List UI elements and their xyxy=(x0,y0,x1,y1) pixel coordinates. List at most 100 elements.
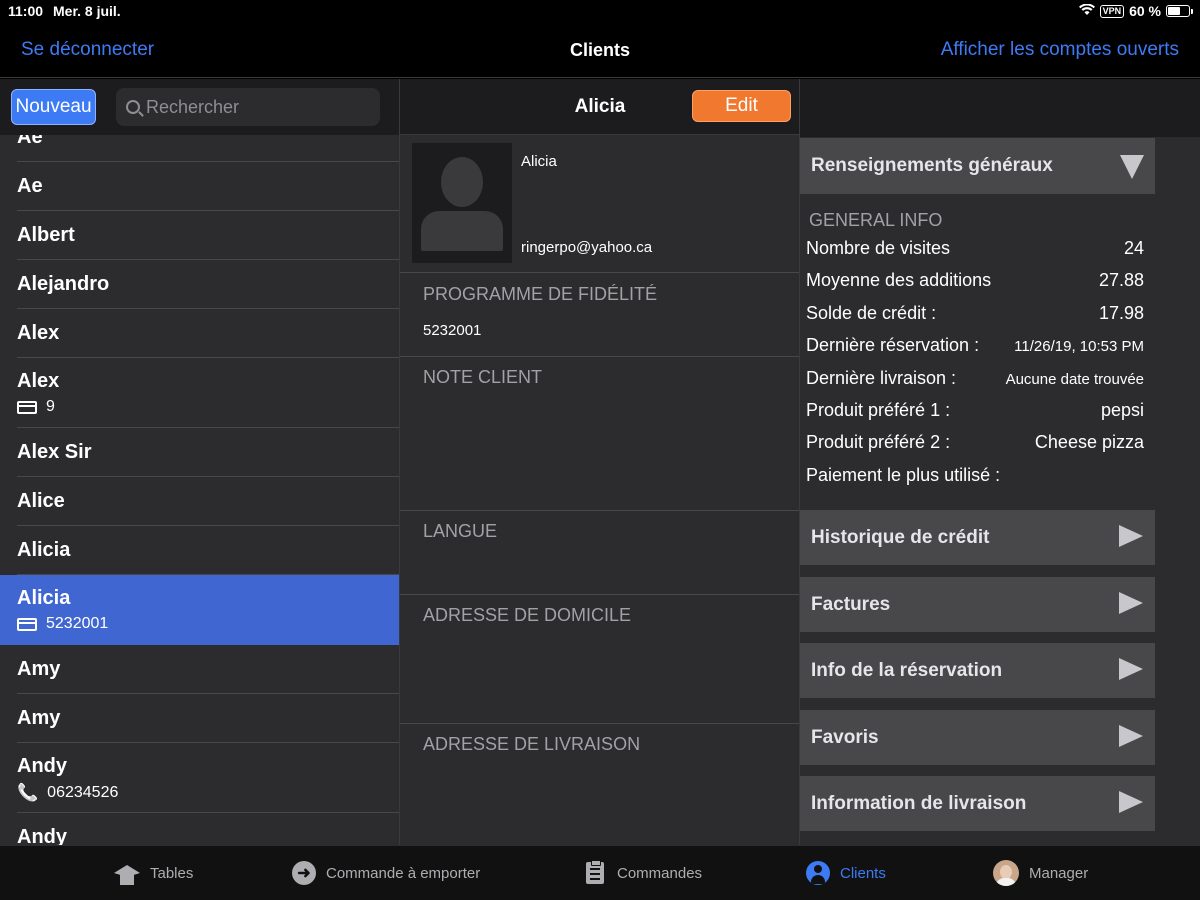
client-row[interactable]: Andy 📞 06234526 xyxy=(0,743,399,813)
client-row-name: Andy xyxy=(17,755,67,777)
client-email: ringerpo@yahoo.ca xyxy=(521,239,653,256)
delivery-info-section[interactable]: Information de livraison xyxy=(800,776,1200,833)
card-icon xyxy=(17,400,37,414)
client-row-name: Andy xyxy=(17,826,67,845)
info-value: 17.98 xyxy=(1098,302,1144,323)
client-row[interactable]: Alex 9 xyxy=(0,358,399,428)
new-client-button[interactable]: Nouveau xyxy=(11,89,96,125)
reservation-info-section[interactable]: Info de la réservation xyxy=(800,643,1200,700)
battery-percent: 60 % xyxy=(1129,3,1161,19)
card-icon xyxy=(17,617,37,631)
tab-manager[interactable]: Manager xyxy=(993,858,1088,888)
open-accounts-link[interactable]: Afficher les comptes ouverts xyxy=(941,39,1179,61)
client-row[interactable]: Alicia 5232001 xyxy=(0,575,399,645)
client-row-name: Alicia xyxy=(17,539,71,561)
tab-bar: Tables ➜ Commande à emporter Commandes C… xyxy=(0,845,1200,900)
edit-button[interactable]: Edit xyxy=(692,90,791,122)
status-time: 11:00 xyxy=(8,3,44,19)
client-row[interactable]: Alex Sir xyxy=(0,428,399,477)
client-row-name: Alicia xyxy=(17,587,71,609)
info-key: Solde de crédit : xyxy=(806,302,937,323)
client-note-field[interactable]: NOTE CLIENT xyxy=(400,357,800,511)
info-value: Cheese pizza xyxy=(1034,432,1144,453)
client-row[interactable]: Alicia xyxy=(0,526,399,575)
home-address-field[interactable]: ADRESSE DE DOMICILE xyxy=(400,595,800,724)
info-key: Produit préféré 1 : xyxy=(806,400,951,420)
info-key: Dernière réservation : xyxy=(806,335,980,356)
avatar-placeholder[interactable] xyxy=(412,143,512,263)
info-header xyxy=(800,79,1200,137)
tab-label: Commande à emporter xyxy=(326,864,481,882)
invoices-section[interactable]: Factures xyxy=(800,576,1200,633)
delivery-address-field[interactable]: ADRESSE DE LIVRAISON xyxy=(400,724,800,845)
status-bar: 11:00 Mer. 8 juil. VPN 60 % xyxy=(0,0,1200,24)
client-row[interactable]: Amy xyxy=(0,694,399,743)
client-info-panel: Renseignements généraux GENERAL INFO Nom… xyxy=(799,79,1200,845)
client-row-name: Alice xyxy=(17,490,65,512)
section-title: Renseignements généraux xyxy=(811,155,1053,176)
client-row[interactable]: Alejandro xyxy=(0,260,399,309)
battery-icon xyxy=(1166,5,1193,17)
tab-tables[interactable]: Tables xyxy=(114,858,193,888)
client-row-name: Alex xyxy=(17,370,60,392)
info-row: Dernière livraison : Aucune date trouvée xyxy=(806,368,1144,394)
info-value: pepsi xyxy=(1100,400,1144,420)
vpn-badge: VPN xyxy=(1099,4,1125,18)
field-label: PROGRAMME DE FIDÉLITÉ xyxy=(423,284,658,304)
info-key: Produit préféré 2 : xyxy=(806,432,951,453)
client-list-panel: Nouveau AeAeAlbertAlejandroAlexAlex9Alex… xyxy=(0,79,399,845)
info-value: Aucune date trouvée xyxy=(1005,370,1144,388)
field-label: ADRESSE DE DOMICILE xyxy=(423,605,632,625)
info-row: Moyenne des additions 27.88 xyxy=(806,270,1144,296)
user-circle-icon xyxy=(806,861,830,885)
favorites-section[interactable]: Favoris xyxy=(800,709,1200,766)
graduation-cap-icon xyxy=(114,861,140,885)
section-title: Info de la réservation xyxy=(811,660,1003,682)
list-toolbar: Nouveau xyxy=(0,79,399,135)
triangle-right-icon xyxy=(1119,791,1143,814)
field-label: ADRESSE DE LIVRAISON xyxy=(423,734,641,754)
credit-history-section[interactable]: Historique de crédit xyxy=(800,510,1200,566)
client-row-detail: 5232001 xyxy=(17,615,108,633)
wifi-icon xyxy=(1078,3,1095,19)
client-row[interactable]: Amy xyxy=(0,645,399,694)
section-title: Information de livraison xyxy=(811,793,1027,815)
language-field[interactable]: LANGUE xyxy=(400,511,800,595)
info-key: Dernière livraison : xyxy=(806,367,957,388)
status-date: Mer. 8 juil. xyxy=(53,3,121,19)
client-row[interactable]: Albert xyxy=(0,211,399,260)
info-value: 11/26/19, 10:53 PM xyxy=(1014,338,1144,356)
detail-header: Alicia Edit xyxy=(400,79,800,135)
client-row[interactable]: Alice xyxy=(0,477,399,526)
info-value: 27.88 xyxy=(1098,270,1144,291)
search-input[interactable] xyxy=(146,96,366,118)
field-label: LANGUE xyxy=(423,521,498,541)
tab-label: Tables xyxy=(150,864,194,882)
triangle-down-icon xyxy=(1120,155,1144,179)
info-key: Nombre de visites xyxy=(806,238,951,258)
client-row[interactable]: Ae xyxy=(0,162,399,211)
loyalty-program-field[interactable]: PROGRAMME DE FIDÉLITÉ 5232001 xyxy=(400,274,800,357)
client-row-name: Ae xyxy=(17,175,43,197)
info-row: Solde de crédit : 17.98 xyxy=(806,303,1144,329)
client-row[interactable]: Ae xyxy=(0,135,399,162)
field-value: 5232001 xyxy=(423,322,482,339)
section-title: Historique de crédit xyxy=(811,527,990,548)
client-row[interactable]: Andy xyxy=(0,813,399,845)
client-row-detail: 9 xyxy=(17,398,55,416)
search-icon xyxy=(126,100,140,114)
general-info-section[interactable]: Renseignements généraux xyxy=(800,138,1200,194)
client-row-name: Alex Sir xyxy=(17,441,92,463)
client-row-name: Amy xyxy=(17,707,61,729)
profile-card: Alicia ringerpo@yahoo.ca xyxy=(400,135,800,273)
tab-orders[interactable]: Commandes xyxy=(583,858,702,888)
client-row[interactable]: Alex xyxy=(0,309,399,358)
field-label: NOTE CLIENT xyxy=(423,367,543,387)
phone-icon: 📞 xyxy=(17,783,39,802)
tab-takeout[interactable]: ➜ Commande à emporter xyxy=(292,858,480,888)
search-box[interactable] xyxy=(116,88,380,126)
tab-clients[interactable]: Clients xyxy=(806,858,886,888)
info-value: 24 xyxy=(1123,238,1144,258)
client-list: Ae Ae Albert Alejandro Alex Alex 9 Alex Sir Alic… xyxy=(0,135,399,845)
arrow-circle-icon: ➜ xyxy=(292,861,316,885)
